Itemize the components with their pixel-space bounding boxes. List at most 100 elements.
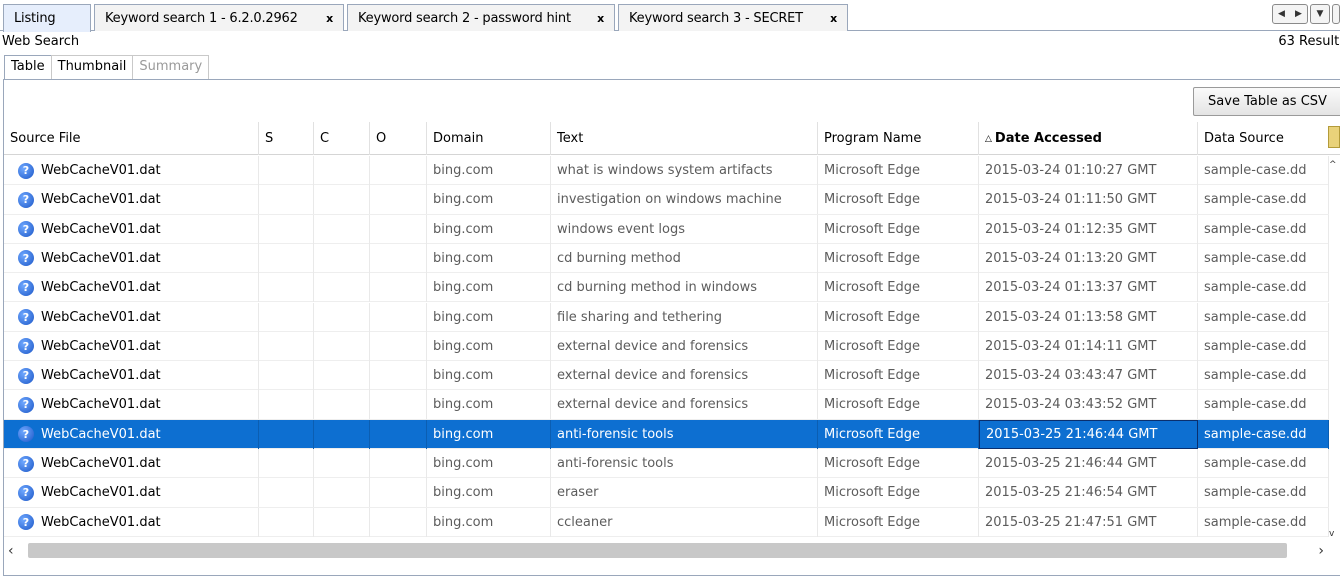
vertical-scrollbar[interactable]: ^ v [1327, 156, 1340, 541]
tab-keyword-search-1[interactable]: Keyword search 1 - 6.2.0.2962 x [94, 4, 344, 31]
cell-date-accessed[interactable]: 2015-03-24 01:14:11 GMT [979, 331, 1198, 361]
close-icon[interactable]: x [597, 12, 604, 25]
cell-c[interactable] [314, 302, 370, 332]
close-icon[interactable]: x [830, 12, 837, 25]
close-icon[interactable]: x [326, 12, 333, 25]
cell-domain[interactable]: bing.com [427, 478, 551, 508]
cell-c[interactable] [314, 390, 370, 420]
cell-c[interactable] [314, 419, 370, 449]
cell-program-name[interactable]: Microsoft Edge [818, 331, 979, 361]
cell-s[interactable] [259, 156, 314, 185]
cell-c[interactable] [314, 214, 370, 244]
cell-o[interactable] [370, 331, 427, 361]
cell-source-file[interactable]: ? WebCacheV01.dat [4, 156, 259, 185]
tab-table[interactable]: Table [4, 55, 52, 79]
cell-o[interactable] [370, 273, 427, 303]
cell-domain[interactable]: bing.com [427, 331, 551, 361]
cell-s[interactable] [259, 478, 314, 508]
cell-data-source[interactable]: sample-case.dd [1198, 361, 1329, 391]
cell-s[interactable] [259, 185, 314, 215]
cell-source-file[interactable]: ? WebCacheV01.dat [4, 243, 259, 273]
cell-source-file[interactable]: ? WebCacheV01.dat [4, 449, 259, 478]
cell-o[interactable] [370, 185, 427, 215]
column-header-s[interactable]: S [259, 122, 314, 155]
cell-domain[interactable]: bing.com [427, 449, 551, 478]
cell-program-name[interactable]: Microsoft Edge [818, 390, 979, 420]
cell-domain[interactable]: bing.com [427, 185, 551, 215]
column-header-c[interactable]: C [314, 122, 370, 155]
cell-o[interactable] [370, 361, 427, 391]
cell-s[interactable] [259, 214, 314, 244]
cell-s[interactable] [259, 507, 314, 537]
cell-domain[interactable]: bing.com [427, 507, 551, 537]
tab-listing[interactable]: Listing [3, 4, 91, 32]
cell-program-name[interactable]: Microsoft Edge [818, 478, 979, 508]
cell-text[interactable]: ccleaner [551, 507, 818, 537]
cell-program-name[interactable]: Microsoft Edge [818, 156, 979, 185]
cell-source-file[interactable]: ? WebCacheV01.dat [4, 419, 259, 449]
cell-domain[interactable]: bing.com [427, 302, 551, 332]
cell-program-name[interactable]: Microsoft Edge [818, 507, 979, 537]
cell-source-file[interactable]: ? WebCacheV01.dat [4, 273, 259, 303]
cell-data-source[interactable]: sample-case.dd [1198, 390, 1329, 420]
cell-domain[interactable]: bing.com [427, 361, 551, 391]
table-row[interactable]: ? WebCacheV01.dat bing.com cd burning metho… [4, 243, 1329, 274]
cell-c[interactable] [314, 331, 370, 361]
tab-scroll-buttons[interactable]: ◀ ▶ [1272, 4, 1308, 24]
cell-o[interactable] [370, 214, 427, 244]
cell-s[interactable] [259, 361, 314, 391]
chevron-right-icon[interactable]: ▶ [1295, 9, 1302, 19]
cell-text[interactable]: windows event logs [551, 214, 818, 244]
cell-domain[interactable]: bing.com [427, 243, 551, 273]
cell-o[interactable] [370, 156, 427, 185]
scrollbar-thumb[interactable] [28, 543, 1287, 558]
table-row[interactable]: ? WebCacheV01.dat bing.com external device … [4, 361, 1329, 391]
cell-s[interactable] [259, 449, 314, 478]
cell-o[interactable] [370, 507, 427, 537]
cell-data-source[interactable]: sample-case.dd [1198, 185, 1329, 215]
cell-text[interactable]: anti-forensic tools [551, 449, 818, 478]
cell-program-name[interactable]: Microsoft Edge [818, 185, 979, 215]
save-table-csv-button[interactable]: Save Table as CSV [1193, 87, 1340, 116]
tab-keyword-search-3[interactable]: Keyword search 3 - SECRET x [618, 4, 848, 31]
scroll-left-icon[interactable]: ‹ [8, 543, 14, 559]
cell-date-accessed[interactable]: 2015-03-24 03:43:52 GMT [979, 390, 1198, 420]
cell-o[interactable] [370, 419, 427, 449]
cell-o[interactable] [370, 302, 427, 332]
table-row[interactable]: ? WebCacheV01.dat bing.com eraser Microsoft … [4, 478, 1329, 508]
cell-text[interactable]: external device and forensics [551, 390, 818, 420]
cell-data-source[interactable]: sample-case.dd [1198, 419, 1329, 449]
horizontal-scrollbar[interactable]: ‹ › [4, 541, 1336, 561]
cell-date-accessed[interactable]: 2015-03-25 21:46:44 GMT [979, 419, 1198, 449]
cell-s[interactable] [259, 390, 314, 420]
cell-date-accessed[interactable]: 2015-03-24 01:13:20 GMT [979, 243, 1198, 273]
cell-program-name[interactable]: Microsoft Edge [818, 243, 979, 273]
cell-date-accessed[interactable]: 2015-03-24 01:12:35 GMT [979, 214, 1198, 244]
cell-o[interactable] [370, 390, 427, 420]
cell-date-accessed[interactable]: 2015-03-24 03:43:47 GMT [979, 361, 1198, 391]
cell-source-file[interactable]: ? WebCacheV01.dat [4, 302, 259, 332]
cell-o[interactable] [370, 243, 427, 273]
column-header-domain[interactable]: Domain [427, 122, 551, 155]
table-row[interactable]: ? WebCacheV01.dat bing.com investigation on… [4, 185, 1329, 215]
chevron-left-icon[interactable]: ◀ [1278, 9, 1285, 19]
table-row[interactable]: ? WebCacheV01.dat bing.com what is windows … [4, 156, 1329, 186]
cell-domain[interactable]: bing.com [427, 214, 551, 244]
tab-keyword-search-2[interactable]: Keyword search 2 - password hint x [347, 4, 615, 31]
cell-text[interactable]: file sharing and tethering [551, 302, 818, 332]
cell-data-source[interactable]: sample-case.dd [1198, 156, 1329, 185]
table-row[interactable]: ? WebCacheV01.dat bing.com external device … [4, 331, 1329, 362]
cell-text[interactable]: what is windows system artifacts [551, 156, 818, 185]
cell-date-accessed[interactable]: 2015-03-25 21:46:54 GMT [979, 478, 1198, 508]
cell-date-accessed[interactable]: 2015-03-24 01:13:58 GMT [979, 302, 1198, 332]
cell-s[interactable] [259, 419, 314, 449]
column-header-date-accessed[interactable]: △ Date Accessed [979, 122, 1198, 155]
cell-o[interactable] [370, 449, 427, 478]
cell-data-source[interactable]: sample-case.dd [1198, 331, 1329, 361]
cell-data-source[interactable]: sample-case.dd [1198, 478, 1329, 508]
cell-data-source[interactable]: sample-case.dd [1198, 243, 1329, 273]
cell-program-name[interactable]: Microsoft Edge [818, 273, 979, 303]
cell-c[interactable] [314, 449, 370, 478]
cell-text[interactable]: cd burning method in windows [551, 273, 818, 303]
cell-s[interactable] [259, 243, 314, 273]
